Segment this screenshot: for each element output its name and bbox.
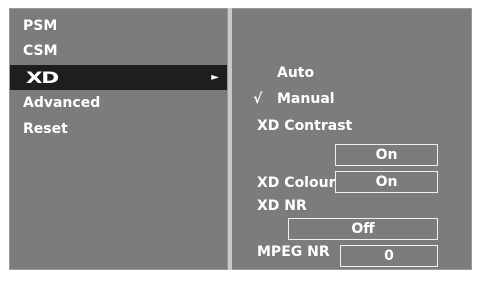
xd-contrast-label: XD Contrast xyxy=(257,118,353,134)
menu-item-advanced[interactable]: Advanced xyxy=(10,91,227,116)
picture-menu: PSM CSM XD ► Advanced Reset xyxy=(9,8,228,270)
menu-item-label: Advanced xyxy=(23,95,101,111)
mpeg-nr-label: MPEG NR xyxy=(257,244,330,260)
xd-nr-value: Off xyxy=(351,221,375,237)
menu-item-xd[interactable]: XD ► xyxy=(10,65,227,90)
xd-nr-label: XD NR xyxy=(257,198,307,214)
manual-option[interactable]: Manual xyxy=(277,91,335,107)
xd-nr-value-box[interactable]: Off xyxy=(288,218,438,240)
menu-item-label: Reset xyxy=(23,121,68,137)
auto-option[interactable]: Auto xyxy=(277,65,314,81)
menu-item-label: PSM xyxy=(23,18,58,34)
menu-item-csm[interactable]: CSM xyxy=(10,39,227,64)
xd-colour-value: On xyxy=(375,174,398,190)
submenu-arrow-icon: ► xyxy=(211,72,219,83)
menu-item-label: CSM xyxy=(23,43,58,59)
mpeg-nr-value: 0 xyxy=(384,248,394,264)
menu-item-psm[interactable]: PSM xyxy=(10,14,227,39)
xd-contrast-value: On xyxy=(375,147,398,163)
check-icon: √ xyxy=(253,91,263,107)
xd-submenu-panel: Auto √ Manual XD Contrast On XD Colour O… xyxy=(232,8,472,270)
xd-logo: XD xyxy=(26,68,59,87)
xd-colour-value-box[interactable]: On xyxy=(335,171,438,193)
xd-contrast-value-box[interactable]: On xyxy=(335,144,438,166)
xd-colour-label: XD Colour xyxy=(257,175,336,191)
mpeg-nr-value-box[interactable]: 0 xyxy=(340,245,438,267)
menu-item-reset[interactable]: Reset xyxy=(10,117,227,142)
